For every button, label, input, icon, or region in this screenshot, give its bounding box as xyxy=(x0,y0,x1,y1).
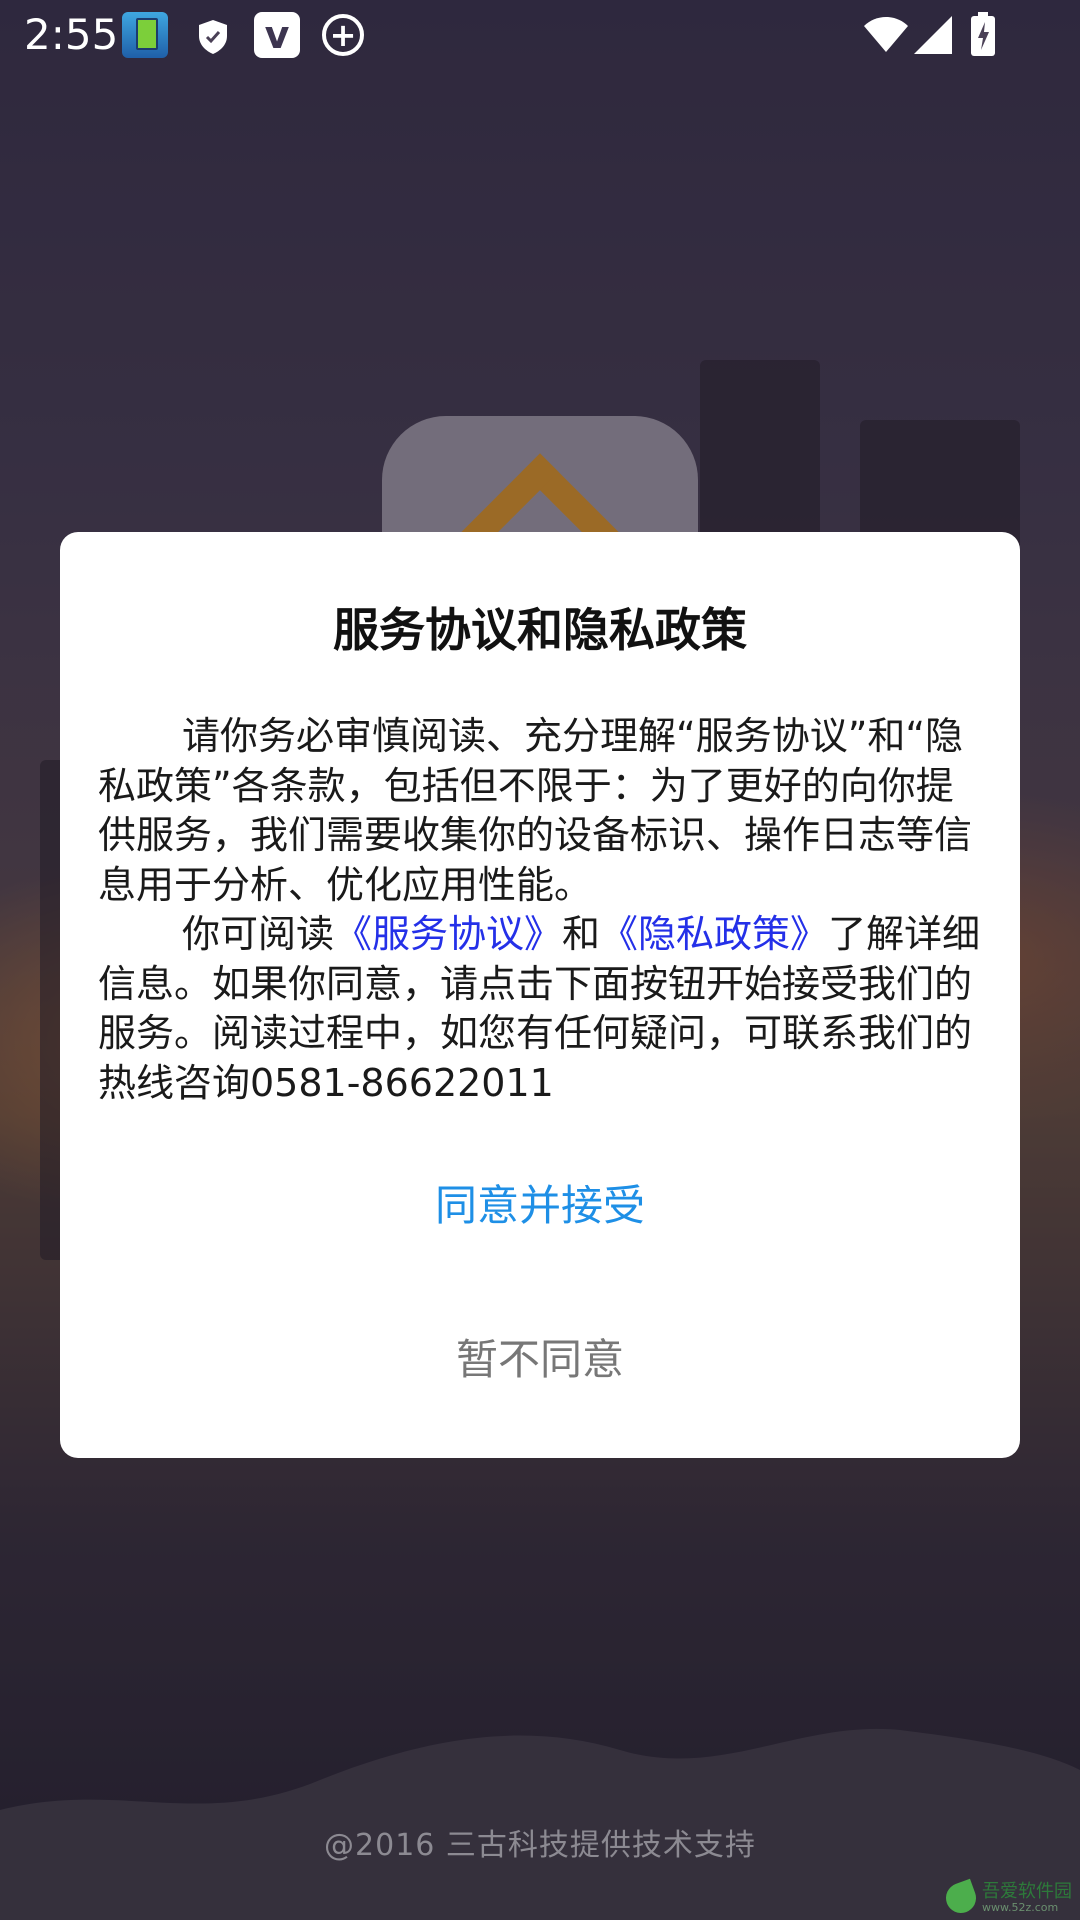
privacy-paragraph-2: 你可阅读《服务协议》和《隐私政策》了解详细信息。如果你同意，请点击下面按钮开始接… xyxy=(98,910,982,1108)
signal-icon xyxy=(914,16,952,54)
service-agreement-link[interactable]: 《服务协议》 xyxy=(334,912,562,956)
paragraph-2-prefix: 你可阅读 xyxy=(182,912,335,956)
privacy-policy-link[interactable]: 《隐私政策》 xyxy=(600,912,828,956)
watermark: 吾爱软件园 www.52z.com xyxy=(941,1878,1072,1918)
privacy-paragraph-1: 请你务必审慎阅读、充分理解“服务协议”和“隐私政策”各条款，包括但不限于：为了更… xyxy=(98,714,973,907)
dialog-title: 服务协议和隐私政策 xyxy=(333,603,747,657)
leaf-logo-icon xyxy=(941,1878,981,1918)
status-bar: 2:55 v + xyxy=(0,0,1080,72)
watermark-texts: 吾爱软件园 www.52z.com xyxy=(982,1882,1072,1914)
status-time: 2:55 xyxy=(24,10,119,59)
watermark-site: www.52z.com xyxy=(982,1900,1059,1914)
v-app-icon: v xyxy=(254,12,300,58)
watermark-name: 吾爱软件园 xyxy=(982,1881,1072,1903)
dialog-body: 请你务必审慎阅读、充分理解“服务协议”和“隐私政策”各条款，包括但不限于：为了更… xyxy=(98,712,982,1108)
wifi-icon xyxy=(864,17,908,52)
battery-app-icon xyxy=(122,12,168,58)
plus-circle-icon: + xyxy=(322,14,364,56)
splash-screen: 2:55 v + 服务协议和隐私政策 请你务必审慎阅读、充分理解“服务协议”和“… xyxy=(0,0,1080,1920)
disagree-button[interactable]: 暂不同意 xyxy=(60,1314,1020,1398)
and-text: 和 xyxy=(562,912,601,956)
tech-support-text: @2016 三古科技提供技术支持 xyxy=(324,1828,756,1863)
agree-button[interactable]: 同意并接受 xyxy=(60,1160,1020,1244)
battery-charging-icon xyxy=(971,12,995,56)
shield-icon xyxy=(199,20,227,54)
